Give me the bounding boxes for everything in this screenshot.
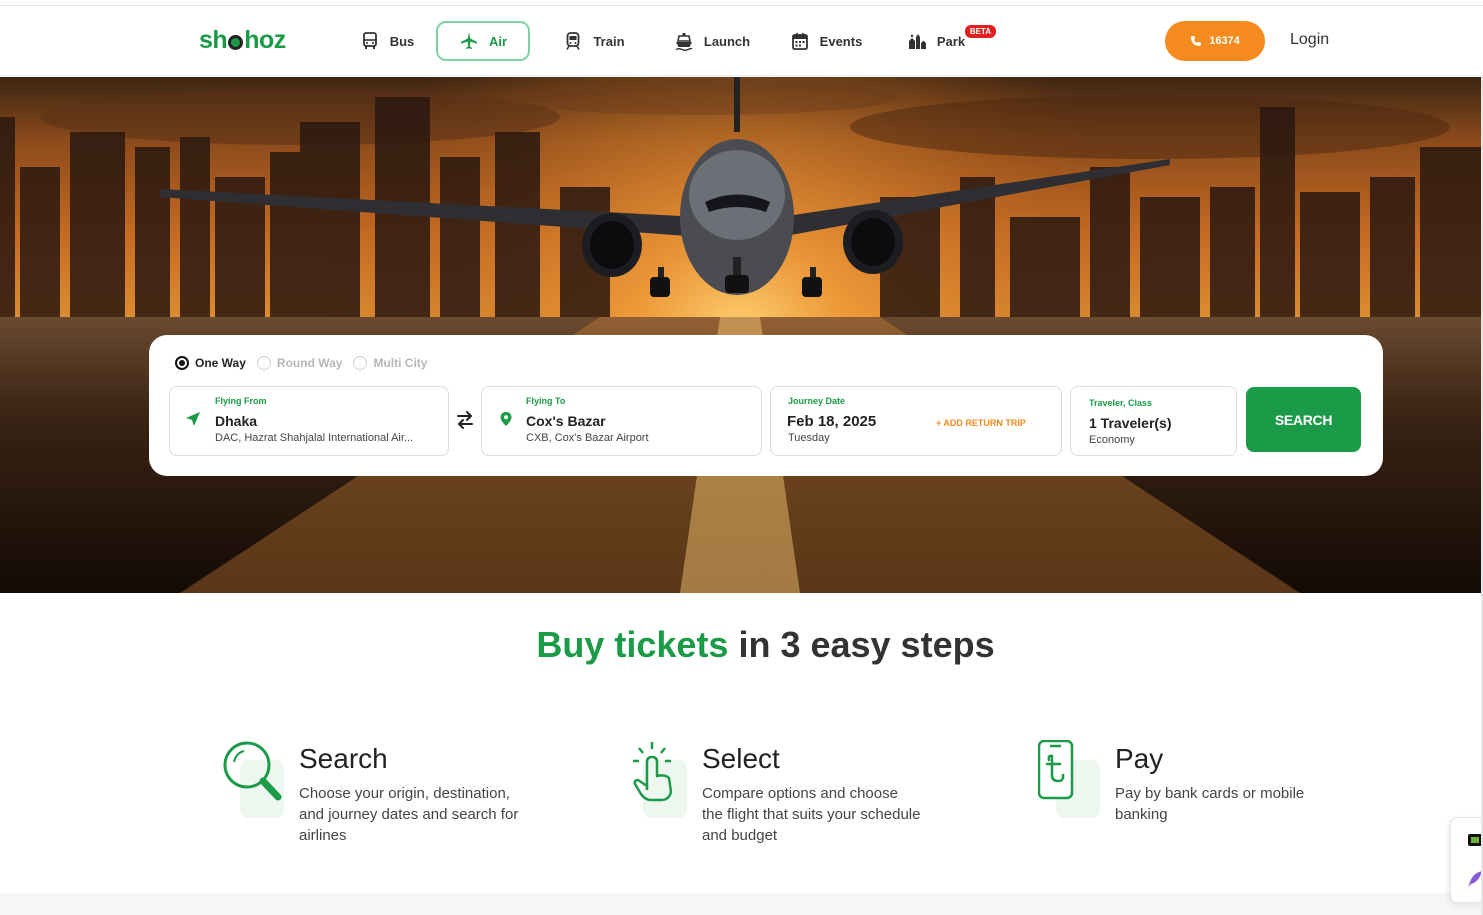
logo-text-end: hoz [244, 26, 286, 54]
flying-to-value: Cox's Bazar [526, 413, 606, 429]
nav-launch[interactable]: Launch [658, 21, 766, 61]
nav-train-label: Train [593, 33, 625, 49]
trip-type-options: One Way Round Way Multi City [175, 356, 427, 370]
step-pay-title: Pay [1115, 743, 1164, 774]
step-select-title: Select [702, 743, 780, 774]
flying-to-field[interactable]: Flying To Cox's Bazar CXB, Cox's Bazar A… [481, 386, 762, 456]
trip-round-way-label: Round Way [276, 356, 343, 370]
shohoz-logo[interactable]: sh hoz [199, 26, 286, 55]
flying-to-label: Flying To [526, 396, 566, 406]
ship-icon [675, 33, 693, 51]
navigation-arrow-icon [186, 412, 200, 426]
mobile-taka-icon [1038, 740, 1108, 820]
tap-hand-icon [625, 740, 695, 820]
traveler-count: 1 Traveler(s) [1089, 415, 1172, 431]
train-icon [566, 32, 581, 50]
steps-heading: Buy tickets in 3 easy steps [0, 624, 1483, 666]
traveler-class-field[interactable]: Traveler, Class 1 Traveler(s) Economy [1070, 386, 1237, 456]
logo-text-start: sh [199, 26, 228, 54]
magnifier-icon [222, 740, 292, 820]
nav-park-label: Park [936, 33, 966, 49]
flight-search-card: One Way Round Way Multi City Flying From… [149, 335, 1383, 476]
flying-from-airport: DAC, Hazrat Shahjalal International Air.… [215, 432, 414, 444]
nav-bus[interactable]: Bus [338, 21, 436, 61]
search-button[interactable]: SEARCH [1246, 387, 1361, 452]
site-header: sh hoz Bus Air Train Launch Events Park B… [0, 6, 1483, 76]
journey-date-value: Feb 18, 2025 [787, 413, 877, 430]
phone-icon [1191, 36, 1202, 46]
bus-icon [362, 32, 377, 49]
nav-launch-label: Launch [703, 33, 751, 49]
travel-class: Economy [1089, 434, 1135, 446]
next-section-band [0, 893, 1483, 915]
park-icon [908, 34, 926, 49]
step-select-desc: Compare options and choose the flight th… [702, 785, 921, 844]
step-pay-desc: Pay by bank cards or mobile banking [1115, 785, 1305, 823]
step-search-title: Search [299, 743, 388, 774]
add-return-trip-link[interactable]: + ADD RETURN TRIP [936, 418, 1026, 428]
nav-air-label: Air [488, 33, 508, 49]
radio-selected-icon [175, 356, 189, 370]
nav-events-label: Events [819, 33, 863, 49]
floating-side-widget[interactable] [1450, 817, 1483, 903]
nav-train[interactable]: Train [530, 21, 658, 61]
nav-air[interactable]: Air [436, 21, 530, 61]
hotline-button[interactable]: 16374 [1165, 21, 1265, 61]
beta-badge: BETA [964, 25, 996, 38]
calendar-icon [791, 33, 808, 50]
steps-heading-highlight: Buy tickets [536, 624, 729, 665]
nav-bus-label: Bus [389, 33, 415, 49]
nav-events[interactable]: Events [766, 21, 886, 61]
journey-date-field[interactable]: Journey Date Feb 18, 2025 Tuesday + ADD … [770, 386, 1062, 456]
trip-multi-city[interactable]: Multi City [353, 356, 427, 370]
journey-day: Tuesday [788, 432, 830, 444]
flying-to-airport: CXB, Cox's Bazar Airport [526, 432, 649, 444]
trip-multi-city-label: Multi City [373, 356, 428, 370]
radio-empty-icon [256, 356, 271, 370]
location-pin-icon [500, 412, 512, 426]
login-link[interactable]: Login [1290, 31, 1329, 49]
logo-o-icon [228, 34, 244, 50]
traveler-class-label: Traveler, Class [1089, 398, 1153, 408]
radio-empty-icon [353, 356, 368, 370]
step-search-desc: Choose your origin, destination, and jou… [299, 785, 519, 844]
main-nav: Bus Air Train Launch Events Park BETA [338, 21, 996, 61]
hotline-number: 16374 [1209, 35, 1240, 47]
flying-from-label: Flying From [215, 396, 267, 406]
steps-heading-rest: in 3 easy steps [728, 624, 995, 665]
hero-banner: One Way Round Way Multi City Flying From… [0, 77, 1483, 593]
swap-icon[interactable] [454, 409, 476, 431]
flying-from-field[interactable]: Flying From Dhaka DAC, Hazrat Shahjalal … [169, 386, 449, 456]
flying-from-value: Dhaka [215, 413, 258, 429]
plane-icon [460, 32, 477, 49]
journey-date-label: Journey Date [788, 396, 846, 406]
trip-one-way-label: One Way [195, 356, 246, 370]
trip-round-way[interactable]: Round Way [256, 356, 343, 370]
trip-one-way[interactable]: One Way [175, 356, 246, 370]
nav-park[interactable]: Park BETA [886, 21, 996, 61]
